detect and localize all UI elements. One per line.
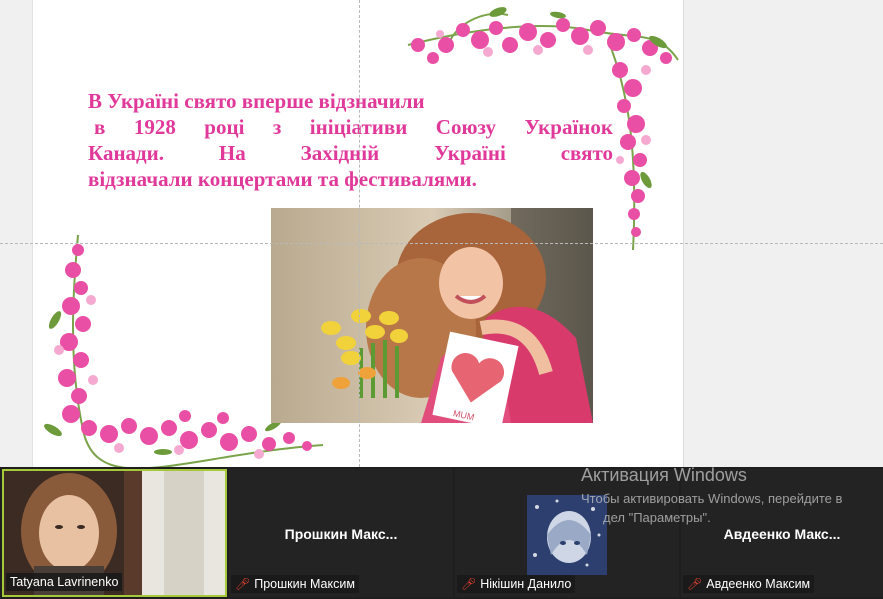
activation-line-1: Чтобы активировать Windows, перейдите в (581, 491, 843, 506)
participant-name: Tatyana Lavrinenko (10, 575, 119, 589)
vertical-guide-line (359, 0, 360, 467)
slide-text-line: В Україні свято вперше відзначили (88, 89, 425, 113)
slide-text-line: Канади. На Західній Україні свято (88, 141, 613, 165)
participant-name: Нікішин Данило (480, 577, 572, 591)
slide-body-text: В Україні свято вперше відзначили в 1928… (88, 88, 613, 192)
slide-text-line: відзначали концертами та фестивалями. (88, 167, 477, 191)
participant-name-tag: 🎤︎ Прошкин Максим (231, 575, 359, 593)
presentation-slide: В Україні свято вперше відзначили в 1928… (33, 0, 683, 467)
participant-tile-video[interactable]: Tatyana Lavrinenko (2, 469, 227, 597)
participant-name: Авдеенко Максим (706, 577, 811, 591)
activation-title: Активация Windows (581, 465, 747, 485)
participant-name-tag: 🎤︎ Авдеенко Максим (683, 575, 815, 593)
participant-tile[interactable]: Прошкин Макс... 🎤︎ Прошкин Максим (229, 469, 453, 597)
mother-daughter-photo: MUM (271, 208, 593, 423)
slide-gutter-right (683, 0, 883, 467)
participant-name-tag: Tatyana Lavrinenko (6, 573, 123, 591)
slide-text-line: в 1928 році з ініціативи Союзу Українок (94, 115, 613, 139)
participant-display-name: Прошкин Макс... (284, 526, 398, 542)
participant-display-name: Авдеенко Макс... (723, 526, 841, 542)
activation-line-2: дел "Параметры". (603, 510, 711, 525)
mic-muted-icon: 🎤︎ (461, 577, 477, 591)
mic-muted-icon: 🎤︎ (235, 577, 251, 591)
participant-name-tag: 🎤︎ Нікішин Данило (457, 575, 576, 593)
horizontal-guide-line (0, 243, 883, 244)
participant-name: Прошкин Максим (254, 577, 355, 591)
mic-muted-icon: 🎤︎ (687, 577, 703, 591)
slide-gutter-left (0, 0, 33, 467)
windows-activation-watermark: Активация Windows Чтобы активировать Win… (581, 464, 883, 527)
